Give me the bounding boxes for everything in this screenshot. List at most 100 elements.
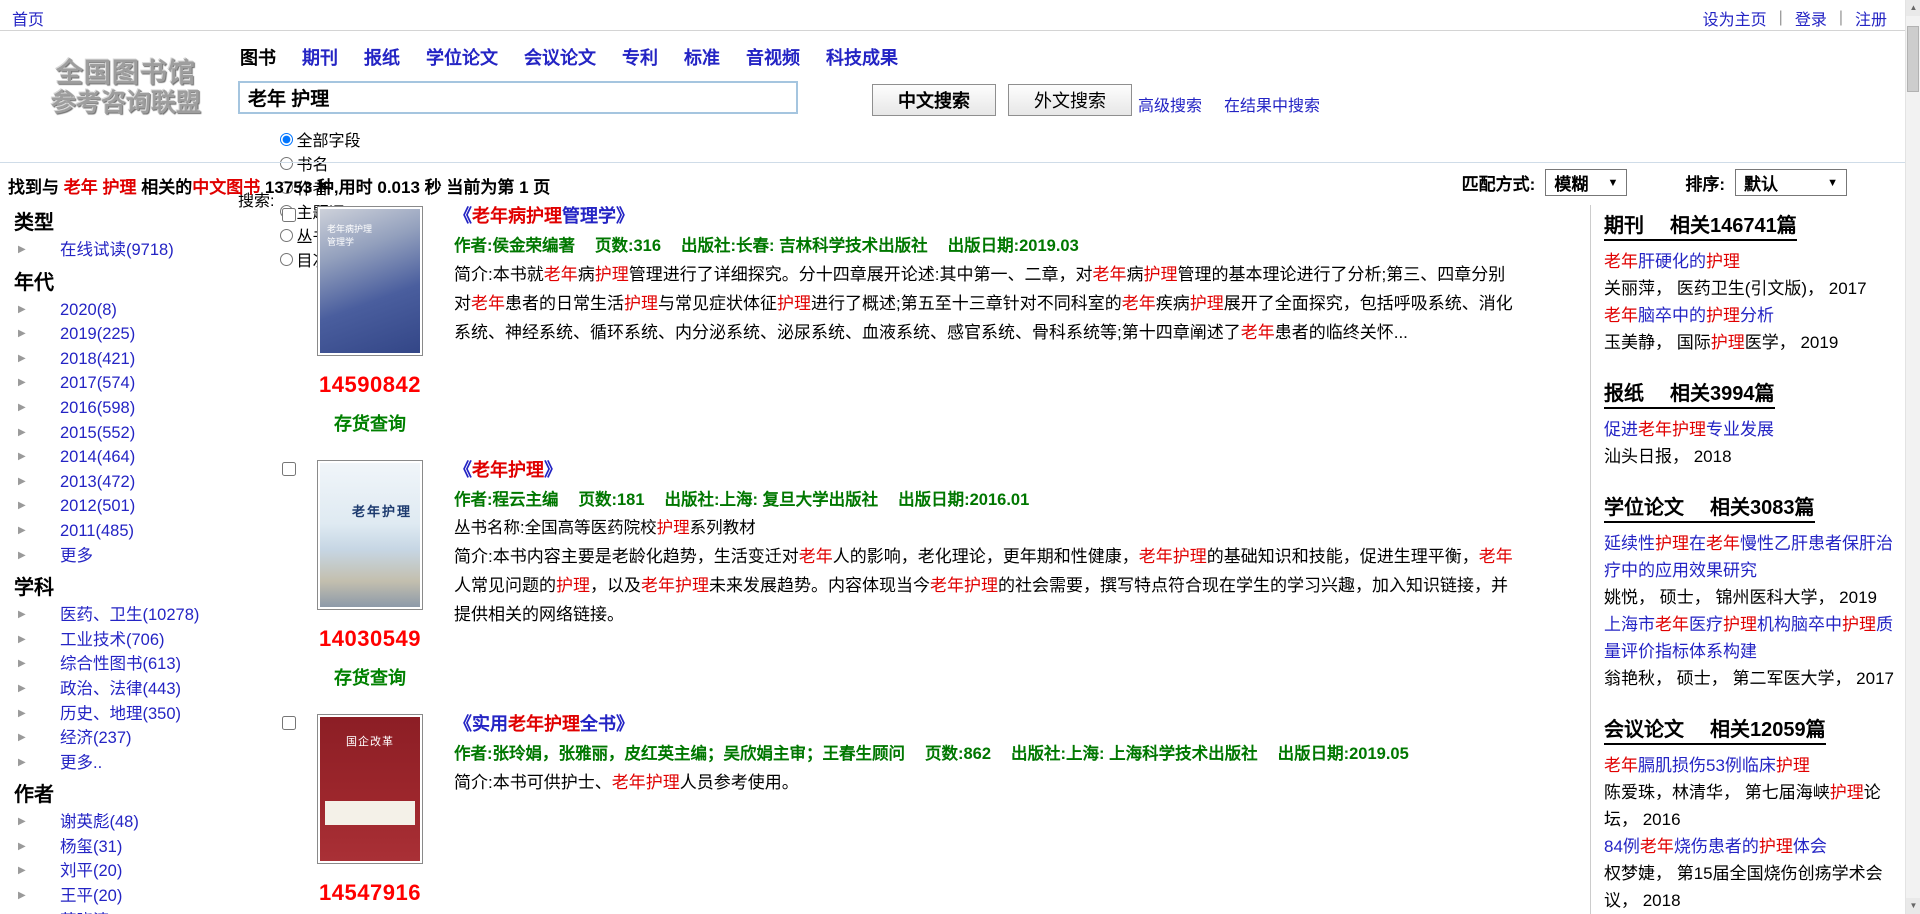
related-item-link[interactable]: 老年肝硬化的护理 [1604,248,1906,275]
facet-item-link[interactable]: 2018(421) [60,350,135,368]
book-title-link[interactable]: 《老年护理》 [454,460,562,480]
facet-item-link[interactable]: 2013(472) [60,473,135,491]
advanced-search-link[interactable]: 高级搜索 [1138,92,1202,116]
facet-item[interactable]: ▶ 医药、卫生(10278) [0,603,268,628]
facet-item-link[interactable]: 更多 [60,547,93,565]
facet-item-link[interactable]: 更多.. [60,754,102,772]
related-item-link[interactable]: 老年脑卒中的护理分析 [1604,302,1906,329]
set-homepage-link[interactable]: 设为主页 [1703,6,1767,30]
facet-item[interactable]: ▶ 谢英彪(48) [0,810,268,835]
related-item-link[interactable]: 延续性护理在老年慢性乙肝患者保肝治疗中的应用效果研究 [1604,530,1906,584]
facet-item[interactable]: ▶ 工业技术(706) [0,628,268,653]
register-link[interactable]: 注册 [1855,6,1887,30]
book-cover[interactable]: 老年病护理管理学 [317,206,423,356]
book-title-link[interactable]: 《老年病护理管理学》 [454,206,634,226]
scope-radio[interactable] [280,133,293,146]
match-mode-select[interactable]: 模糊 ▼ [1545,169,1627,196]
nav-tab-4[interactable]: 会议论文 [524,44,596,70]
nav-tab-7[interactable]: 音视频 [746,44,800,70]
facet-item[interactable]: ▶ 更多.. [0,751,268,776]
facet-item[interactable]: ▶ 在线试读(9718) [0,238,268,263]
sort-select[interactable]: 默认 ▼ [1735,169,1847,196]
nav-tab-8[interactable]: 科技成果 [826,44,898,70]
scroll-up-icon[interactable]: ▲ [1906,0,1920,16]
related-item-link[interactable]: 上海市老年医疗护理机构脑卒中护理质量评价指标体系构建 [1604,611,1906,665]
facet-item[interactable]: ▶ 刘平(20) [0,859,268,884]
related-section-name: 学位论文 [1604,497,1684,519]
nav-tab-6[interactable]: 标准 [684,44,720,70]
related-item-link[interactable]: 84例老年烧伤患者的护理体会 [1604,833,1906,860]
facet-item-link[interactable]: 政治、法律(443) [60,680,181,698]
facet-item-link[interactable]: 2012(501) [60,497,135,515]
facet-item-link[interactable]: 2014(464) [60,448,135,466]
facet-item-link[interactable]: 2020(8) [60,301,117,319]
stock-query-link[interactable]: 存货查询 [334,410,406,436]
facet-item[interactable]: ▶ 王平(20) [0,884,268,909]
login-link[interactable]: 登录 [1795,6,1827,30]
book-cover[interactable]: 国企改革 [317,714,423,864]
facet-item[interactable]: ▶ 范晓清(19) [0,909,268,914]
facet-item-link[interactable]: 经济(237) [60,729,132,747]
facet-item-link[interactable]: 王平(20) [60,887,122,905]
facet-item-link[interactable]: 2017(574) [60,374,135,392]
stock-query-link[interactable]: 存货查询 [334,664,406,690]
facet-item[interactable]: ▶ 政治、法律(443) [0,677,268,702]
facet-item-link[interactable]: 2019(225) [60,325,135,343]
search-input[interactable] [238,81,798,114]
facet-item[interactable]: ▶ 2015(552) [0,421,268,446]
nav-tab-5[interactable]: 专利 [622,44,658,70]
facet-item-link[interactable]: 医药、卫生(10278) [60,606,199,624]
related-item-link[interactable]: 老年膈肌损伤53例临床护理 [1604,752,1906,779]
facet-item[interactable]: ▶ 2017(574) [0,371,268,396]
facet-item-link[interactable]: 2016(598) [60,399,135,417]
facet-item[interactable]: ▶ 2012(501) [0,494,268,519]
facet-item[interactable]: ▶ 历史、地理(350) [0,702,268,727]
facet-item[interactable]: ▶ 综合性图书(613) [0,652,268,677]
facet-item[interactable]: ▶ 经济(237) [0,726,268,751]
facet-item-link[interactable]: 工业技术(706) [60,631,165,649]
facet-item-link[interactable]: 综合性图书(613) [60,655,181,673]
related-item: 老年膈肌损伤53例临床护理 陈爱珠，林清华， 第七届海峡护理论坛， 2016 [1604,752,1906,833]
facet-item-link[interactable]: 刘平(20) [60,862,122,880]
nav-tab-0[interactable]: 图书 [240,44,276,70]
facet-item[interactable]: ▶ 2011(485) [0,519,268,544]
book-summary: 简介:本书可供护士、老年护理人员参考使用。 [454,768,1516,797]
facet-item-link[interactable]: 杨玺(31) [60,838,122,856]
facet-item-link[interactable]: 谢英彪(48) [60,813,139,831]
scroll-thumb[interactable] [1907,26,1919,92]
match-mode-label: 匹配方式: [1462,170,1536,195]
home-link[interactable]: 首页 [12,6,44,30]
scrollbar[interactable]: ▲ ▼ [1905,0,1920,914]
book-meta-label: 作者: [454,237,493,255]
scroll-down-icon[interactable]: ▼ [1906,898,1920,914]
facet-item[interactable]: ▶ 更多 [0,544,268,569]
facet-item[interactable]: ▶ 2016(598) [0,396,268,421]
facet-item-link[interactable]: 在线试读(9718) [60,241,174,259]
nav-tab-2[interactable]: 报纸 [364,44,400,70]
facet-item[interactable]: ▶ 2014(464) [0,445,268,470]
related-item-link[interactable]: 促进老年护理专业发展 [1604,416,1906,443]
book-result-1: 老年护理 14030549 存货查询 《老年护理》 作者:程云主编页数:181出… [278,454,1583,708]
facet-item[interactable]: ▶ 杨玺(31) [0,835,268,860]
foreign-search-button[interactable]: 外文搜索 [1008,84,1132,116]
search-in-results-link[interactable]: 在结果中搜索 [1224,92,1320,116]
related-section-count: 相关3083篇 [1710,497,1815,519]
select-book-checkbox[interactable] [282,462,296,476]
facet-item-link[interactable]: 2015(552) [60,424,135,442]
nav-tab-3[interactable]: 学位论文 [426,44,498,70]
facet-item-link[interactable]: 2011(485) [60,522,134,540]
chinese-search-button[interactable]: 中文搜索 [872,84,996,116]
nav-tab-1[interactable]: 期刊 [302,44,338,70]
resource-type-tabs: 图书期刊报纸学位论文会议论文专利标准音视频科技成果 [240,44,898,70]
facet-item-link[interactable]: 历史、地理(350) [60,705,181,723]
facet-item[interactable]: ▶ 2019(225) [0,322,268,347]
facet-item[interactable]: ▶ 2013(472) [0,470,268,495]
book-cover[interactable]: 老年护理 [317,460,423,610]
select-book-checkbox[interactable] [282,208,296,222]
facet-item[interactable]: ▶ 2018(421) [0,347,268,372]
book-title-link[interactable]: 《实用老年护理全书》 [454,714,634,734]
facet-item[interactable]: ▶ 2020(8) [0,298,268,323]
select-book-checkbox[interactable] [282,716,296,730]
chevron-down-icon: ▼ [1827,177,1838,189]
expand-triangle-icon: ▶ [18,347,26,372]
